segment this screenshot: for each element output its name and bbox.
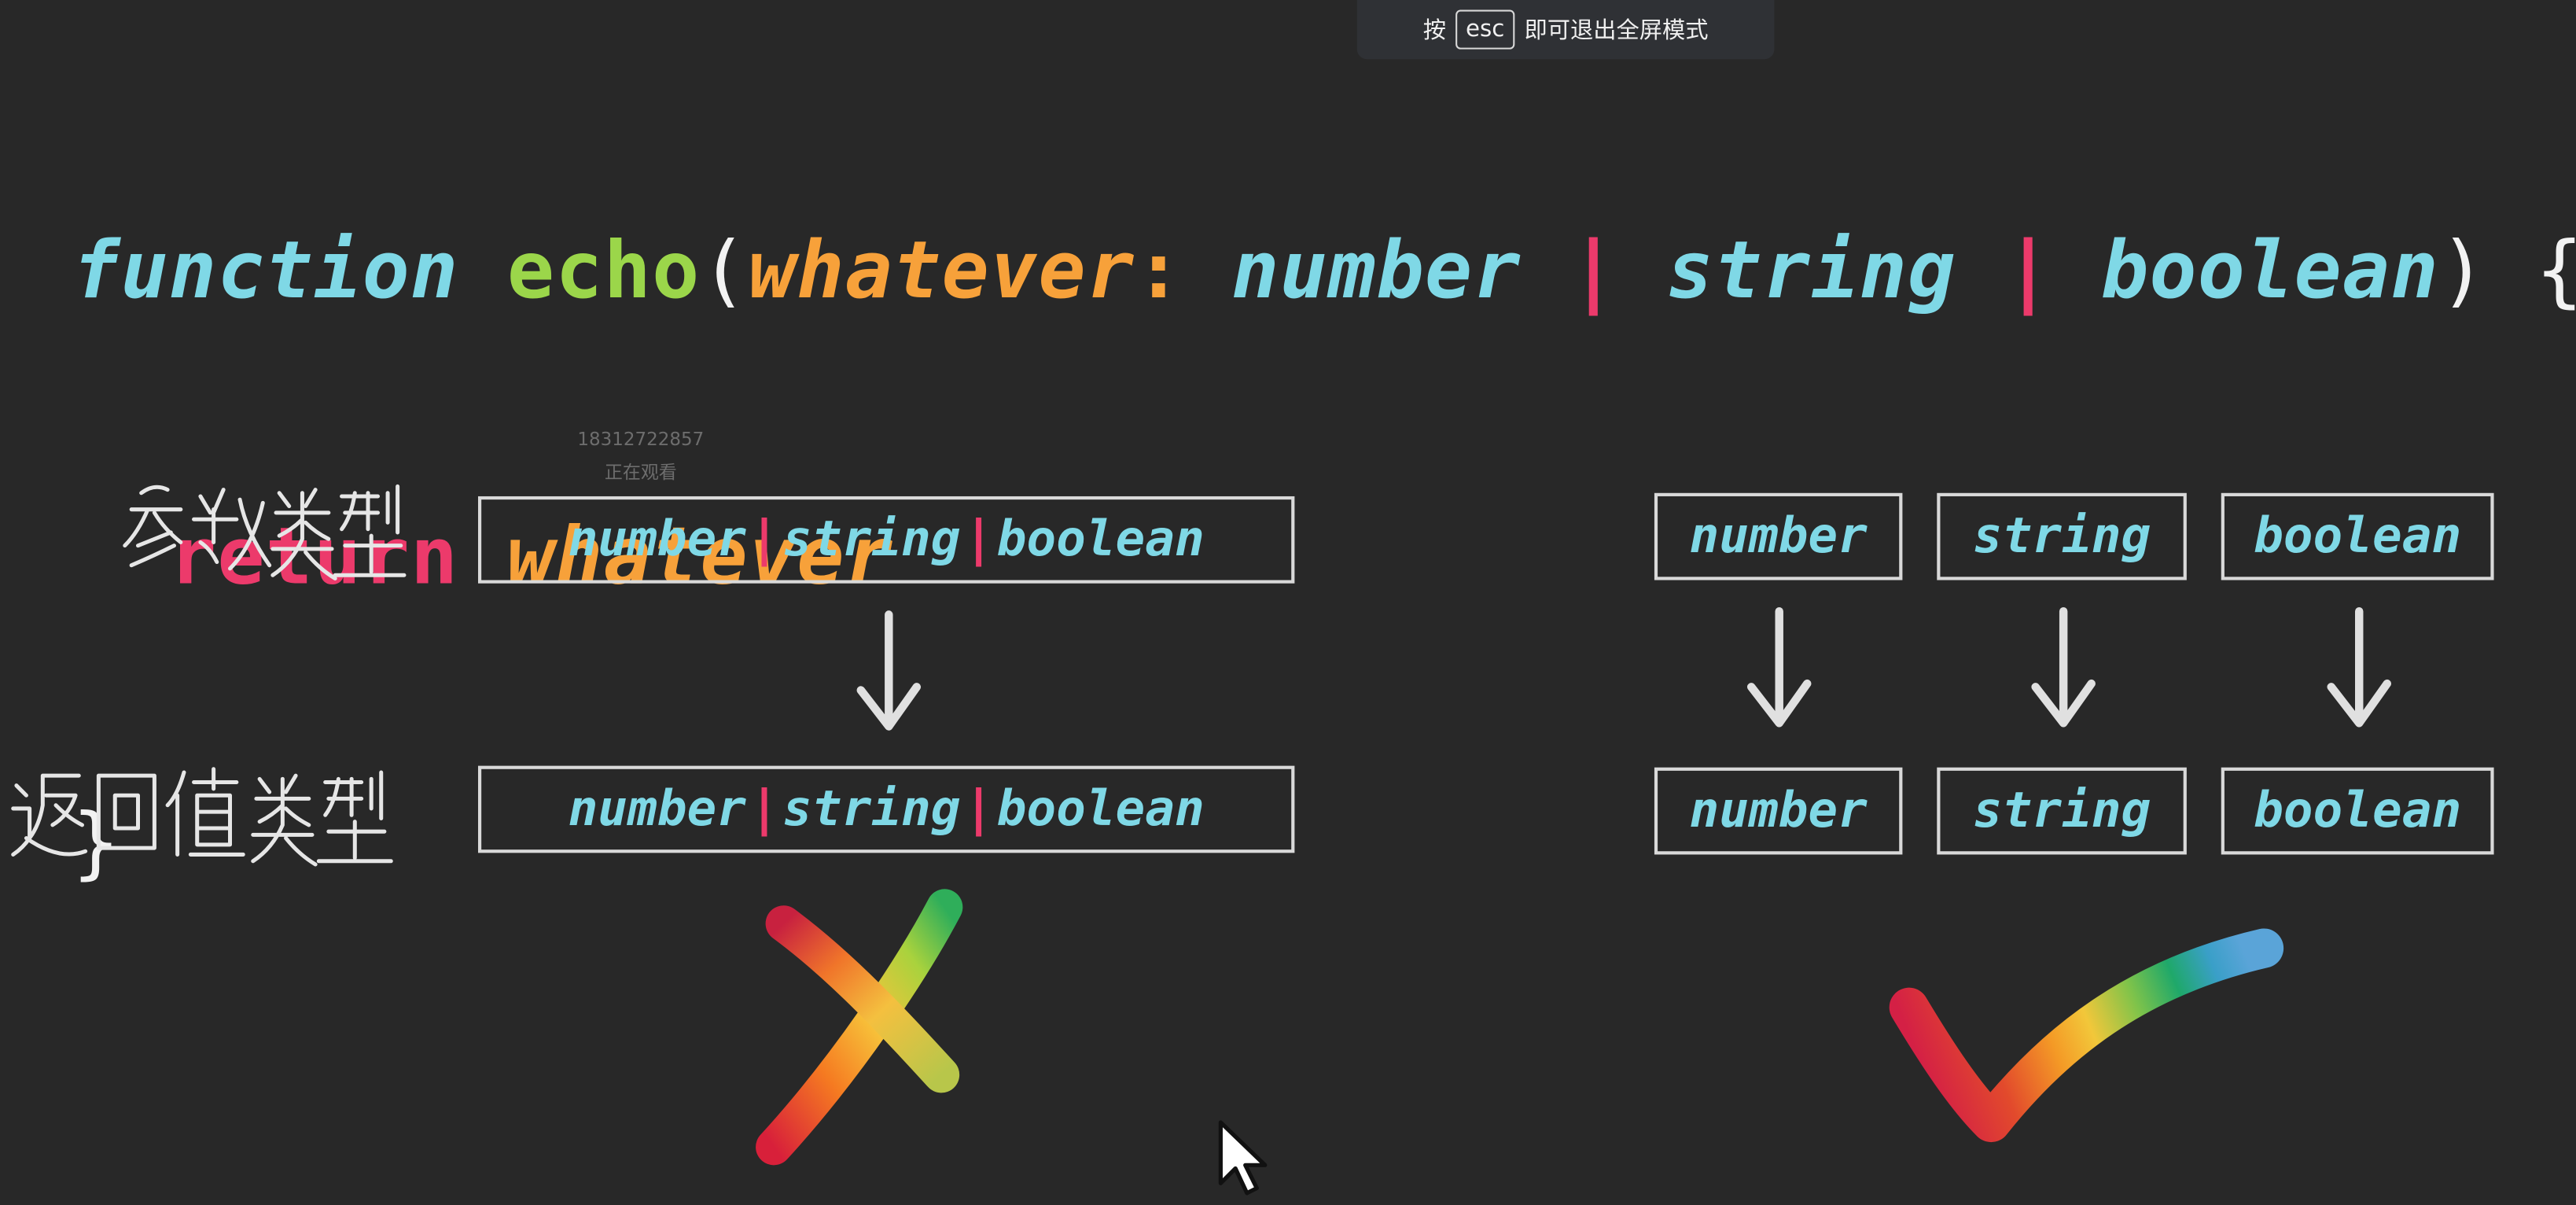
down-arrow-icon [856,610,922,731]
union-separator: | [749,780,779,838]
video-frame: 按 esc 即可退出全屏模式 function echo(whatever: n… [0,0,2576,1205]
open-paren: ( [700,225,749,318]
union-separator: | [963,780,994,838]
type-number: number [1689,507,1868,566]
type-number: number [1231,225,1522,318]
code-line-1: function echo(whatever: number | string … [72,223,2576,319]
mouse-pointer-icon [1218,1120,1268,1196]
type-string: string [1665,225,1956,318]
rainbow-x-icon [756,889,963,1166]
param-type-boolean-box: boolean [2221,492,2494,580]
param-union-box: number | string | boolean [477,496,1295,584]
union-separator: | [749,510,779,569]
viewer-watermark: 18312722857 正在观看 [558,424,723,490]
down-arrow-icon [1746,606,1812,728]
union-type-number: number [568,780,746,838]
union-type-number: number [568,510,746,569]
union-type-boolean: boolean [996,780,1205,838]
union-pipe: | [2004,225,2053,318]
code-line-2: return whatever [72,510,2576,605]
rainbow-check-icon [1889,928,2284,1143]
function-name: echo [506,225,701,318]
keyword-function: function [72,225,459,318]
type-boolean: boolean [2254,782,2462,840]
union-type-boolean: boolean [996,510,1205,569]
return-union-box: number | string | boolean [477,765,1295,853]
code-line-3: } [72,795,2576,890]
type-boolean: boolean [2100,225,2439,318]
union-type-string: string [782,780,961,838]
param-colon: : [1135,225,1183,318]
down-arrow-icon [2031,606,2096,728]
return-type-boolean-box: boolean [2221,767,2494,855]
param-type-string-box: string [1937,492,2187,580]
type-boolean: boolean [2254,507,2462,566]
watermark-status: 正在观看 [604,462,677,484]
union-separator: | [963,510,994,569]
return-type-string-box: string [1937,767,2187,855]
type-string: string [1972,782,2151,840]
type-number: number [1689,782,1868,840]
return-type-number-box: number [1654,767,1903,855]
type-string: string [1972,507,2151,566]
union-type-string: string [782,510,961,569]
param-type-label [123,484,407,580]
down-arrow-icon [2327,606,2391,728]
close-paren-brace: ) { [2438,225,2576,318]
union-pipe: | [1570,225,1618,318]
param-name: whatever [748,225,1135,318]
param-type-number-box: number [1654,492,1903,580]
watermark-phone: 18312722857 [577,429,705,451]
return-type-label [11,767,393,867]
